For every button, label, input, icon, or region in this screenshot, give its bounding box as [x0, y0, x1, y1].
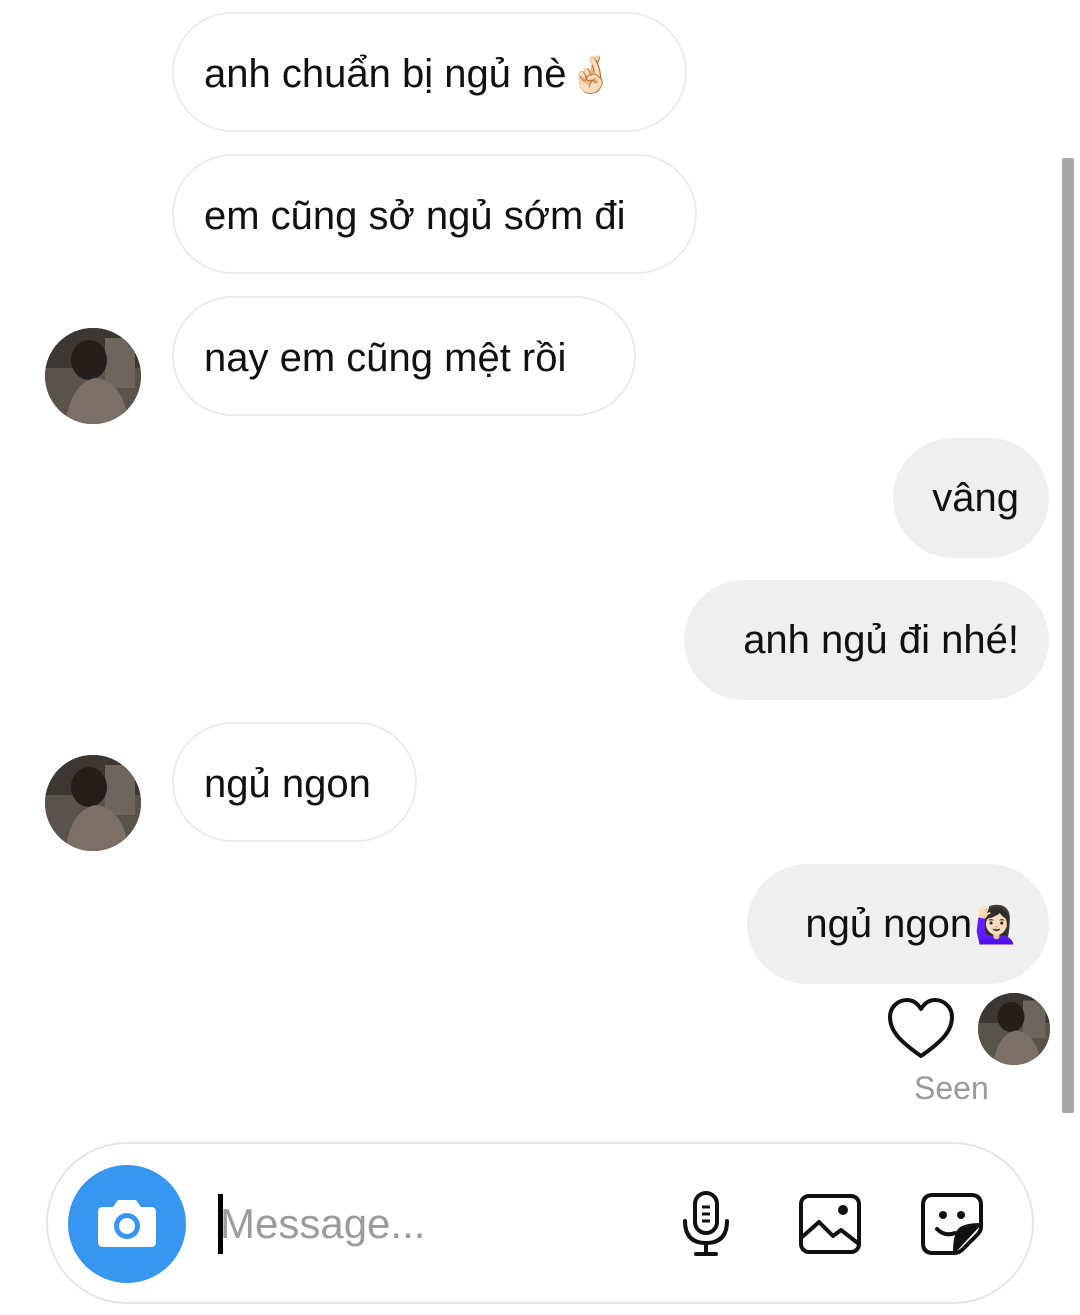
sticker-icon	[921, 1193, 983, 1255]
message-text: vâng	[932, 476, 1019, 520]
scrollbar[interactable]	[1062, 158, 1074, 1113]
person-raising-hand-emoji: 🙋🏻‍♀️	[974, 905, 1019, 946]
heart-outline-icon[interactable]	[886, 996, 956, 1062]
message-text: anh ngủ đi nhé!	[743, 618, 1019, 662]
message-text: ngủ ngon	[204, 762, 371, 806]
crossed-fingers-emoji: 🤞🏻	[568, 55, 614, 96]
message-text: ngủ ngon	[805, 902, 973, 946]
message-bubble[interactable]: ngủ ngon	[172, 722, 417, 842]
camera-icon	[98, 1200, 156, 1247]
message-bubble[interactable]: nay em cũng mệt rồi	[172, 296, 636, 416]
avatar[interactable]	[45, 755, 141, 851]
message-input[interactable]	[220, 1184, 640, 1264]
seen-label: Seen	[914, 1070, 989, 1106]
message-text: em cũng sở ngủ sớm đi	[204, 194, 626, 238]
gallery-icon	[799, 1194, 861, 1254]
message-composer	[46, 1142, 1034, 1304]
sticker-button[interactable]	[916, 1188, 988, 1260]
message-text: anh chuẩn bị ngủ nè	[204, 52, 567, 96]
gallery-button[interactable]	[794, 1188, 866, 1260]
message-bubble[interactable]: em cũng sở ngủ sớm đi	[172, 154, 697, 274]
message-text: nay em cũng mệt rồi	[204, 336, 567, 380]
microphone-icon	[683, 1191, 729, 1256]
avatar[interactable]	[45, 328, 141, 424]
microphone-button[interactable]	[670, 1188, 742, 1260]
message-bubble[interactable]: anh ngủ đi nhé!	[684, 580, 1049, 700]
camera-button[interactable]	[68, 1165, 186, 1283]
message-bubble[interactable]: anh chuẩn bị ngủ nè🤞🏻	[172, 12, 687, 132]
seen-avatar	[978, 993, 1050, 1065]
message-bubble[interactable]: ngủ ngon🙋🏻‍♀️	[747, 864, 1049, 984]
message-thread: anh chuẩn bị ngủ nè🤞🏻 em cũng sở ngủ sớm…	[0, 0, 1080, 1140]
message-bubble[interactable]: vâng	[893, 438, 1049, 558]
